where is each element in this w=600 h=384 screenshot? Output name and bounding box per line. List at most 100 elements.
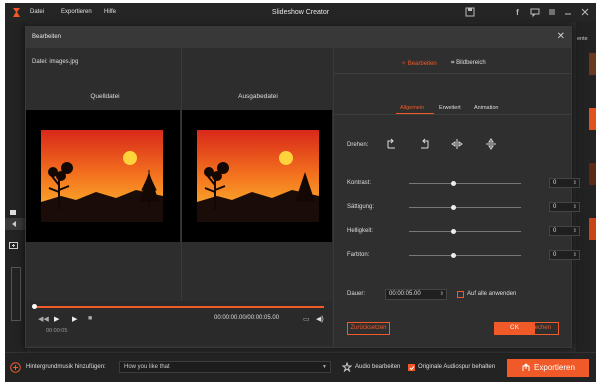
app-title: Slideshow Creator [271, 9, 330, 16]
step-back-icon[interactable]: ◀◀ [38, 315, 49, 323]
crop-icon: ⌗ [451, 60, 455, 66]
stop-icon[interactable]: ■ [88, 315, 92, 322]
media-thumbnail[interactable] [589, 108, 596, 130]
saturation-spinbox[interactable]: 0 ⇕ [549, 202, 580, 212]
hue-knob[interactable] [451, 253, 456, 258]
media-thumbnail[interactable] [589, 53, 596, 75]
hue-value: 0 [553, 252, 557, 258]
contrast-spinbox[interactable]: 0 ⇕ [549, 178, 580, 188]
brightness-label: Helligkeit: [347, 228, 374, 234]
dialog-title-bar: Bearbeiten ✕ [26, 27, 571, 48]
rotate-left-icon[interactable] [419, 138, 431, 150]
checkmark-icon [409, 366, 415, 371]
duration-input[interactable]: 00:00:05.00 ⇕ [385, 289, 447, 300]
add-music-icon[interactable] [10, 362, 21, 373]
volume-icon[interactable]: ◀) [316, 315, 324, 323]
media-thumbnail[interactable] [589, 218, 596, 240]
export-button[interactable]: Exportieren [507, 359, 589, 377]
dialog-close-icon[interactable]: ✕ [557, 32, 565, 42]
play-icon[interactable]: ▶ [54, 315, 59, 323]
brightness-knob[interactable] [451, 229, 456, 234]
subtab-animation[interactable]: Animation [474, 105, 498, 111]
keep-original-label: Originale Audiospur behalten [418, 364, 496, 370]
edit-star-icon: ✧ [401, 61, 407, 67]
bgm-select[interactable]: How you like that ▼ [119, 361, 331, 373]
output-preview [182, 110, 332, 242]
tab-bearbeiten[interactable]: ✧ Bearbeiten [401, 60, 437, 67]
duration-small: 00:00:05 [46, 328, 68, 334]
left-arrow-button[interactable] [5, 218, 27, 230]
cancel-button[interactable]: Abbrechen [514, 322, 559, 335]
apply-all-checkbox[interactable] [457, 291, 464, 298]
tab-divider [334, 73, 572, 74]
dialog-title: Bearbeiten [32, 34, 62, 40]
output-image [197, 130, 319, 222]
reset-button[interactable]: Zurücksetzen [347, 322, 390, 335]
export-button-label: Exportieren [534, 363, 575, 372]
saturation-slider[interactable] [409, 207, 521, 208]
audio-edit-icon[interactable] [342, 362, 352, 372]
feedback-icon[interactable] [529, 7, 540, 18]
contrast-value: 0 [553, 180, 557, 186]
subtab-allgemein[interactable]: Allgemein [400, 105, 424, 111]
hue-label: Farbton: [347, 252, 370, 258]
hue-slider[interactable] [409, 255, 521, 256]
file-name-label: Datei: images.jpg [32, 59, 79, 65]
saturation-value: 0 [553, 204, 557, 210]
time-display: 00:00:00.00/00:00:05.00 [214, 315, 280, 321]
lock-icon[interactable] [9, 207, 17, 215]
keep-original-checkbox[interactable] [408, 364, 415, 371]
brightness-slider[interactable] [409, 231, 521, 232]
saturation-knob[interactable] [451, 205, 456, 210]
arrow-left-icon [12, 221, 16, 227]
brightness-value: 0 [553, 228, 557, 234]
flip-vertical-icon[interactable] [485, 138, 497, 150]
seek-bar[interactable] [34, 306, 324, 308]
tab-bildbereich-label: Bildbereich [456, 60, 486, 66]
title-bar: Datei Exportieren Hilfe Slideshow Creato… [5, 3, 596, 22]
tab-bearbeiten-label: Bearbeiten [407, 61, 437, 67]
spinner-arrows-icon: ⇕ [572, 180, 577, 186]
seek-knob[interactable] [32, 304, 37, 309]
spinner-arrows-icon: ⇕ [572, 204, 577, 210]
source-preview [26, 110, 180, 242]
audio-edit-button[interactable]: Audio bearbeiten [355, 364, 400, 370]
settings-panel: ✧ Bearbeiten ⌗ Bildbereich Allgemein Erw… [333, 48, 580, 346]
rotate-right-icon[interactable] [385, 138, 397, 150]
timeline-slot [11, 267, 21, 321]
rotate-label: Drehen: [347, 142, 369, 148]
saturation-label: Sättigung: [347, 204, 375, 210]
minimize-icon[interactable] [562, 7, 573, 18]
export-icon [522, 363, 530, 371]
spinner-arrows-icon: ⇕ [439, 291, 444, 297]
source-image [41, 130, 163, 222]
menu-icon[interactable] [546, 7, 557, 18]
tab-bildbereich[interactable]: ⌗ Bildbereich [451, 60, 486, 67]
media-thumbnail[interactable] [589, 163, 596, 185]
close-window-icon[interactable] [579, 7, 590, 18]
contrast-slider[interactable] [409, 183, 521, 184]
source-header: Quelldatei [90, 93, 120, 100]
contrast-knob[interactable] [451, 181, 456, 186]
left-tools-panel [5, 22, 27, 352]
edit-dialog: Bearbeiten ✕ Datei: images.jpg Quelldate… [25, 26, 580, 348]
bgm-label: Hintergrundmusik hinzufügen: [26, 364, 106, 370]
spinner-arrows-icon: ⇕ [572, 228, 577, 234]
apply-all-label: Auf alle anwenden [467, 291, 517, 297]
output-header: Ausgabedatei [238, 93, 278, 100]
bgm-select-value: How you like that [124, 364, 170, 370]
brightness-spinbox[interactable]: 0 ⇕ [549, 226, 580, 236]
add-folder-icon[interactable] [9, 241, 18, 249]
flip-horizontal-icon[interactable] [451, 138, 463, 150]
subtab-erweitert[interactable]: Erweitert [439, 105, 461, 111]
snapshot-icon[interactable]: ▭ [303, 315, 310, 323]
save-icon[interactable] [464, 7, 475, 18]
facebook-icon[interactable]: f [512, 7, 523, 18]
next-frame-icon[interactable]: ▶ [72, 315, 77, 323]
hue-spinbox[interactable]: 0 ⇕ [549, 250, 580, 260]
bottom-bar: Hintergrundmusik hinzufügen: How you lik… [5, 352, 596, 382]
media-panel-label: ente [577, 36, 588, 42]
spinner-arrows-icon: ⇕ [572, 252, 577, 258]
subtab-divider [334, 114, 572, 115]
chevron-down-icon: ▼ [322, 364, 327, 370]
